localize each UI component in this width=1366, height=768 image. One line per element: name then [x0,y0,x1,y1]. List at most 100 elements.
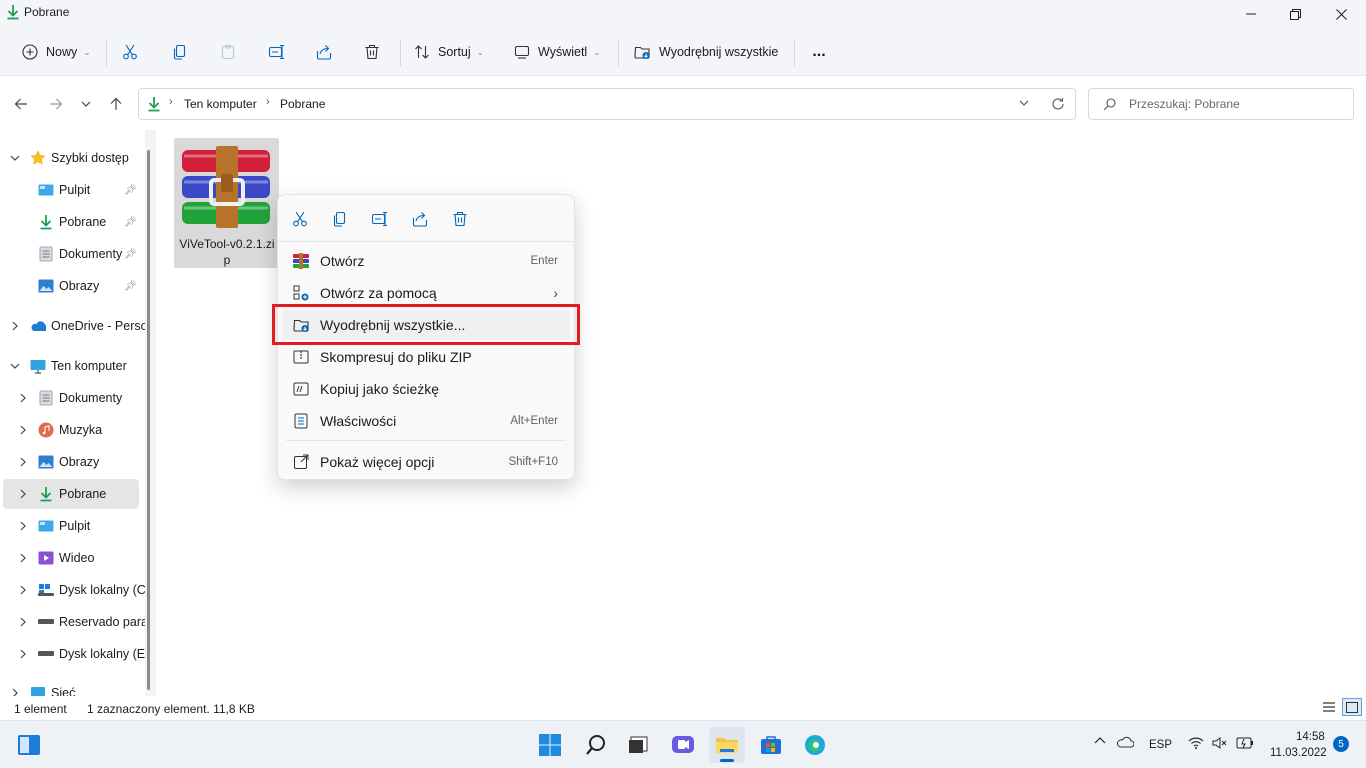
chevron-down-icon[interactable] [1019,99,1029,107]
chevron-up-icon[interactable] [1094,736,1106,744]
sidebar-item-documents[interactable]: Dokumenty 📌︎ [0,239,152,269]
desktop-icon [38,518,54,534]
store-button[interactable] [753,727,789,763]
pin-icon[interactable]: 📌︎ [124,185,137,196]
task-view-button[interactable] [621,727,657,763]
chevron-right-icon[interactable] [16,423,30,437]
close-button[interactable] [1318,0,1364,28]
sidebar-item-pc-downloads-selected[interactable]: Pobrane [3,479,139,509]
copy-button[interactable] [172,36,194,68]
sidebar-item-this-pc[interactable]: Ten komputer [0,351,152,381]
sidebar-item-pc-desktop[interactable]: Pulpit [0,511,152,541]
more-options-button[interactable]: ... [806,36,832,68]
plus-circle-icon [22,44,38,60]
chevron-down-icon[interactable] [8,151,22,165]
menu-item-copy-as-path[interactable]: Kopiuj jako ścieżkę [282,374,570,404]
language-indicator[interactable]: ESP [1149,739,1172,751]
breadcrumb-downloads[interactable]: Pobrane [280,97,325,111]
menu-item-open[interactable]: Otwórz Enter [282,246,570,276]
back-button[interactable] [9,92,33,116]
address-bar[interactable]: › Ten komputer › Pobrane [138,88,1076,120]
chevron-right-icon[interactable] [16,455,30,469]
edge-button[interactable] [797,727,833,763]
sidebar-item-downloads[interactable]: Pobrane 📌︎ [0,207,152,237]
ctx-share-button[interactable] [406,205,434,233]
store-icon [760,735,782,755]
chevron-right-icon[interactable] [8,686,22,696]
up-button[interactable] [104,92,128,116]
notification-badge[interactable]: 5 [1333,736,1349,752]
ctx-copy-button[interactable] [326,205,354,233]
sidebar-item-reserved-drive[interactable]: Reservado para [0,607,152,637]
sidebar-item-quick-access[interactable]: Szybki dostęp [0,143,152,173]
sidebar-item-network[interactable]: Sieć [0,678,152,696]
rename-button[interactable] [268,36,290,68]
refresh-icon[interactable] [1051,97,1065,111]
cut-button[interactable] [122,36,144,68]
sidebar-item-onedrive[interactable]: OneDrive - Perso [0,311,152,341]
details-view-button[interactable] [1322,700,1336,714]
ctx-cut-button[interactable] [286,205,314,233]
chevron-right-icon: › [553,285,558,301]
share-icon [316,44,332,60]
download-icon [38,486,54,502]
onedrive-tray-icon[interactable] [1116,736,1134,748]
pin-icon[interactable]: 📌︎ [124,217,137,228]
download-icon [6,4,20,20]
sidebar-item-drive-c[interactable]: Dysk lokalny (C [0,575,152,605]
wifi-icon[interactable] [1188,737,1204,749]
active-indicator [720,759,734,762]
edge-icon [804,734,826,756]
forward-button[interactable] [44,92,68,116]
battery-icon[interactable] [1236,737,1254,749]
sort-button[interactable]: Sortuj ⌄ [414,36,490,68]
sidebar-item-desktop[interactable]: Pulpit 📌︎ [0,175,152,205]
chevron-right-icon[interactable] [16,583,30,597]
chevron-right-icon[interactable] [16,391,30,405]
ctx-delete-button[interactable] [446,205,474,233]
volume-muted-icon[interactable] [1212,737,1228,749]
sidebar-item-videos[interactable]: Wideo [0,543,152,573]
chevron-right-icon[interactable] [16,647,30,661]
file-explorer-button[interactable] [709,727,745,763]
chevron-right-icon[interactable] [16,551,30,565]
clock-date[interactable]: 11.03.2022 [1270,747,1327,759]
chevron-down-icon[interactable] [8,359,22,373]
view-icon [514,44,530,60]
maximize-button[interactable] [1272,0,1318,28]
sidebar-item-music[interactable]: Muzyka [0,415,152,445]
chevron-right-icon[interactable] [16,615,30,629]
search-input[interactable]: Przeszukaj: Pobrane [1088,88,1354,120]
new-button[interactable]: Nowy ⌄ [18,36,94,68]
pin-icon[interactable]: 📌︎ [124,281,137,292]
sidebar-item-drive-e[interactable]: Dysk lokalny (E [0,639,152,669]
breadcrumb-this-pc[interactable]: Ten komputer [184,97,257,111]
delete-button[interactable] [364,36,386,68]
chevron-right-icon[interactable] [8,319,22,333]
menu-item-properties[interactable]: Właściwości Alt+Enter [282,406,570,436]
zip-folder-icon [292,348,310,366]
winrar-archive-icon [180,146,272,228]
widgets-button[interactable] [11,727,47,763]
menu-item-show-more-options[interactable]: Pokaż więcej opcji Shift+F10 [282,447,570,477]
chevron-right-icon[interactable] [16,519,30,533]
share-button[interactable] [316,36,338,68]
view-button[interactable]: Wyświetl ⌄ [514,36,604,68]
chevron-right-icon[interactable] [16,487,30,501]
clock-time[interactable]: 14:58 [1296,731,1325,743]
recent-locations-button[interactable] [74,92,98,116]
sidebar-item-pc-documents[interactable]: Dokumenty [0,383,152,413]
paste-button[interactable] [220,36,242,68]
start-button[interactable] [532,727,568,763]
sidebar-scrollbar-thumb[interactable] [147,150,150,690]
search-button[interactable] [578,727,614,763]
minimize-button[interactable] [1228,0,1274,28]
teams-chat-button[interactable] [665,727,701,763]
sidebar-item-pictures[interactable]: Obrazy 📌︎ [0,271,152,301]
extract-all-button[interactable]: Wyodrębnij wszystkie [634,36,780,68]
ctx-rename-button[interactable] [366,205,394,233]
pin-icon[interactable]: 📌︎ [124,249,137,260]
large-icons-view-button[interactable] [1342,698,1362,716]
menu-item-compress-zip[interactable]: Skompresuj do pliku ZIP [282,342,570,372]
sidebar-item-pc-pictures[interactable]: Obrazy [0,447,152,477]
